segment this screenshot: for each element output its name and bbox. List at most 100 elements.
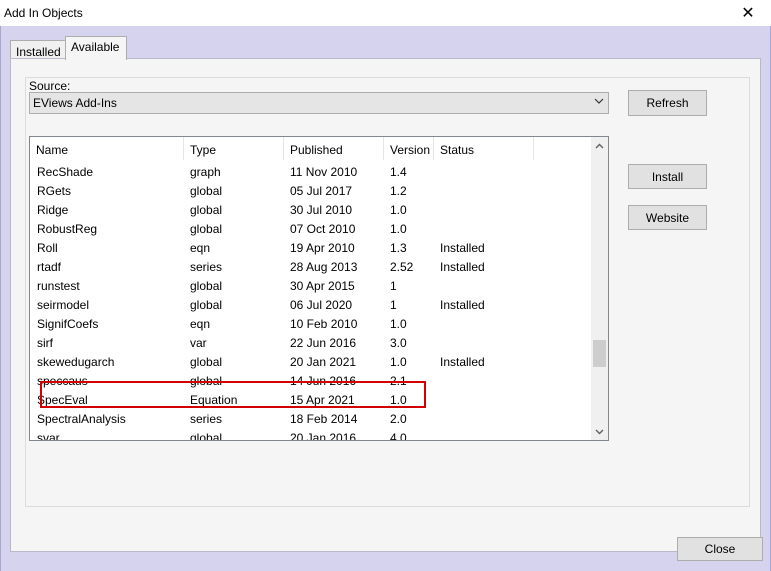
table-row[interactable]: svar global 20 Jan 2016 4.0 [30,428,592,440]
cell-published: 10 Feb 2010 [290,317,358,331]
cell-version: 2.1 [390,374,407,388]
cell-published: 11 Nov 2010 [290,165,358,179]
cell-type: global [190,279,223,293]
scroll-down-icon[interactable] [591,423,608,440]
cell-name: speccaus [37,374,88,388]
tab-installed[interactable]: Installed [10,40,66,59]
cell-version: 3.0 [390,336,407,350]
tab-available[interactable]: Available [65,36,127,60]
cell-status: Installed [440,298,485,312]
cell-name: seirmodel [37,298,90,312]
table-row[interactable]: speccaus global 14 Jun 2016 2.1 [30,371,592,390]
cell-type: global [190,374,223,388]
cell-version: 1.0 [390,317,407,331]
cell-version: 1.4 [390,165,407,179]
cell-published: 06 Jul 2020 [290,298,353,312]
cell-type: eqn [190,317,211,331]
cell-name: runstest [37,279,80,293]
column-header-published[interactable]: Published [284,137,384,160]
left-border [0,26,1,571]
cell-version: 1.0 [390,222,407,236]
cell-published: 30 Apr 2015 [290,279,355,293]
table-row[interactable]: Ridge global 30 Jul 2010 1.0 [30,200,592,219]
cell-version: 1.3 [390,241,407,255]
list-rows: RecShade graph 11 Nov 2010 1.4 RGets glo… [30,162,592,440]
install-button[interactable]: Install [628,164,707,189]
close-button[interactable]: Close [677,537,763,561]
cell-type: global [190,355,223,369]
cell-type: global [190,203,223,217]
column-header-type[interactable]: Type [184,137,284,160]
dialog-client: Installed Available Source: EViews Add-I… [0,26,771,571]
cell-name: Roll [37,241,58,255]
cell-name: Ridge [37,203,69,217]
cell-type: graph [190,165,221,179]
cell-version: 2.52 [390,260,414,274]
cell-published: 20 Jan 2016 [290,431,357,440]
cell-name: RobustReg [37,222,98,236]
scroll-up-icon[interactable] [591,137,608,154]
cell-name: SpectralAnalysis [37,412,126,426]
cell-type: Equation [190,393,238,407]
column-header-status[interactable]: Status [434,137,534,160]
cell-name: RGets [37,184,72,198]
cell-type: eqn [190,241,211,255]
cell-published: 18 Feb 2014 [290,412,358,426]
cell-version: 1.0 [390,393,407,407]
table-row[interactable]: SignifCoefs eqn 10 Feb 2010 1.0 [30,314,592,333]
chevron-down-icon[interactable] [594,96,604,109]
table-row[interactable]: Roll eqn 19 Apr 2010 1.3 Installed [30,238,592,257]
cell-version: 1 [390,298,397,312]
cell-name: SpecEval [37,393,88,407]
cell-published: 15 Apr 2021 [290,393,355,407]
cell-name: RecShade [37,165,94,179]
cell-type: var [190,336,207,350]
table-row[interactable]: SpecEval Equation 15 Apr 2021 1.0 [30,390,592,409]
column-header-name[interactable]: Name [30,137,184,160]
table-row[interactable]: rtadf series 28 Aug 2013 2.52 Installed [30,257,592,276]
cell-published: 07 Oct 2010 [290,222,356,236]
cell-type: global [190,222,223,236]
cell-status: Installed [440,260,485,274]
cell-published: 30 Jul 2010 [290,203,353,217]
cell-type: series [190,412,223,426]
cell-version: 1.0 [390,203,407,217]
cell-published: 20 Jan 2021 [290,355,357,369]
table-row[interactable]: RecShade graph 11 Nov 2010 1.4 [30,162,592,181]
refresh-button[interactable]: Refresh [628,90,707,116]
close-icon[interactable]: ✕ [725,0,771,26]
table-row[interactable]: skewedugarch global 20 Jan 2021 1.0 Inst… [30,352,592,371]
cell-type: series [190,260,223,274]
website-button[interactable]: Website [628,205,707,230]
column-header-version[interactable]: Version [384,137,434,160]
cell-type: global [190,184,223,198]
cell-status: Installed [440,355,485,369]
cell-status: Installed [440,241,485,255]
cell-published: 22 Jun 2016 [290,336,357,350]
cell-published: 05 Jul 2017 [290,184,353,198]
cell-name: rtadf [37,260,62,274]
table-row[interactable]: seirmodel global 06 Jul 2020 1 Installed [30,295,592,314]
source-dropdown[interactable]: EViews Add-Ins [29,92,609,114]
cell-version: 1.0 [390,355,407,369]
source-value: EViews Add-Ins [33,96,117,110]
cell-name: skewedugarch [37,355,115,369]
table-row[interactable]: sirf var 22 Jun 2016 3.0 [30,333,592,352]
scrollbar-thumb[interactable] [593,340,606,367]
cell-published: 19 Apr 2010 [290,241,355,255]
cell-published: 28 Aug 2013 [290,260,358,274]
source-label: Source: [29,79,71,93]
table-row[interactable]: RGets global 05 Jul 2017 1.2 [30,181,592,200]
title-bar: Add In Objects ✕ [0,0,771,26]
cell-type: global [190,431,223,440]
addins-list[interactable]: Name Type Published Version Status RecSh… [29,136,609,441]
cell-type: global [190,298,223,312]
cell-published: 14 Jun 2016 [290,374,357,388]
vertical-scrollbar[interactable] [591,137,608,440]
cell-version: 1.2 [390,184,407,198]
table-row[interactable]: RobustReg global 07 Oct 2010 1.0 [30,219,592,238]
window-title: Add In Objects [4,6,83,20]
cell-version: 2.0 [390,412,407,426]
table-row[interactable]: SpectralAnalysis series 18 Feb 2014 2.0 [30,409,592,428]
table-row[interactable]: runstest global 30 Apr 2015 1 [30,276,592,295]
